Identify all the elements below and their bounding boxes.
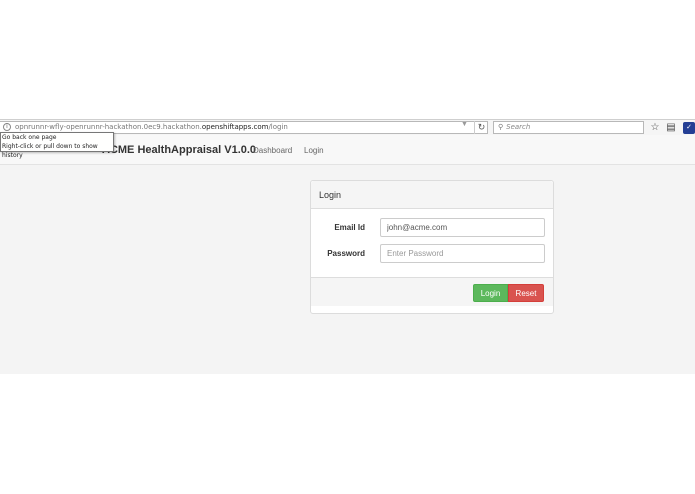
login-panel: Login Email Id Password Login Reset (310, 180, 554, 314)
panel-title: Login (311, 181, 553, 209)
library-icon[interactable]: ▤ (665, 122, 677, 134)
url-domain: openshiftapps.com (201, 123, 269, 131)
search-placeholder: Search (506, 123, 531, 131)
reload-icon[interactable]: ↻ (474, 121, 488, 134)
email-field[interactable] (380, 218, 545, 237)
reset-button[interactable]: Reset (508, 284, 544, 302)
password-row: Password (311, 244, 555, 263)
nav-login-link[interactable]: Login (304, 146, 324, 155)
nav-dashboard-link[interactable]: Dashboard (253, 146, 292, 155)
dropdown-arrow-icon[interactable]: ▼ (461, 121, 468, 128)
panel-footer: Login Reset (311, 277, 553, 306)
tooltip-line-1: Go back one page (2, 134, 57, 141)
url-path: /login (268, 123, 288, 131)
url-prefix: opnrunnr-wfly-openrunnr-hackathon.0ec9.h… (15, 123, 202, 131)
password-field[interactable] (380, 244, 545, 263)
pocket-icon[interactable]: ✓ (683, 122, 695, 134)
search-icon: ⚲ (498, 123, 504, 131)
login-button[interactable]: Login (473, 284, 508, 302)
brand-link[interactable]: ACME HealthAppraisal V1.0.0 (102, 144, 256, 156)
tooltip-line-2: Right-click or pull down to show history (2, 143, 98, 159)
email-row: Email Id (311, 218, 555, 237)
info-icon[interactable]: i (3, 123, 11, 131)
back-button-tooltip: Go back one page Right-click or pull dow… (0, 132, 114, 159)
bookmark-star-icon[interactable]: ☆ (649, 122, 661, 134)
password-label: Password (327, 249, 365, 258)
page-body: ACME HealthAppraisal V1.0.0 Dashboard Lo… (0, 135, 695, 374)
email-label: Email Id (334, 223, 365, 232)
search-input[interactable]: ⚲ Search (493, 121, 644, 134)
